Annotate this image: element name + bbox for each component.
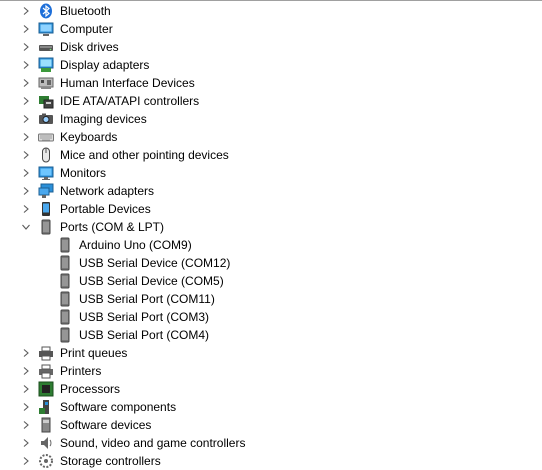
chevron-right-icon[interactable] [22,7,30,15]
tree-item-ports[interactable]: Ports (COM & LPT) [0,218,530,236]
tree-item-sound-video-game[interactable]: Sound, video and game controllers [0,434,530,452]
tree-item-display-adapters[interactable]: Display adapters [0,56,530,74]
hid-icon [38,77,54,89]
software-component-icon [39,400,49,414]
tree-item-bluetooth[interactable]: Bluetooth [0,2,530,20]
tree-item-portable-devices[interactable]: Portable Devices [0,200,530,218]
display-adapter-icon [38,57,54,72]
chevron-right-icon[interactable] [22,97,30,105]
chevron-right-icon[interactable] [22,205,30,213]
tree-item-label: Network adapters [60,184,155,198]
tree-item-label: Bluetooth [60,4,111,18]
computer-icon [38,22,54,36]
tree-item-label: Mice and other pointing devices [60,148,229,162]
tree-item-computer[interactable]: Computer [0,20,530,38]
chevron-right-icon[interactable] [22,421,30,429]
chevron-right-icon[interactable] [22,79,30,87]
chevron-right-icon[interactable] [22,187,30,195]
print-queue-icon [39,346,53,361]
tree-item-label: Print queues [60,346,128,360]
tree-item-label: Software devices [60,418,152,432]
port-icon [60,309,70,325]
tree-item-label: Storage controllers [60,454,161,468]
tree-item-label: Human Interface Devices [60,76,195,90]
tree-subitem-label: USB Serial Port (COM4) [79,328,210,342]
ide-controller-icon [39,96,54,109]
chevron-right-icon[interactable] [22,367,30,375]
tree-subitem-label: USB Serial Port (COM3) [79,310,210,324]
port-icon [60,327,70,343]
tree-subitem-port[interactable]: USB Serial Port (COM4) [19,326,542,344]
tree-subitem-port[interactable]: USB Serial Device (COM12) [19,254,542,272]
chevron-down-icon[interactable] [22,223,30,231]
chevron-right-icon[interactable] [22,457,30,465]
speaker-icon [41,437,52,449]
tree-item-label: Disk drives [60,40,119,54]
tree-item-hid[interactable]: Human Interface Devices [0,74,530,92]
tree-item-label: Ports (COM & LPT) [60,220,165,234]
tree-item-label: Processors [60,382,121,396]
chevron-right-icon[interactable] [22,439,30,447]
tree-item-label: Keyboards [60,130,118,144]
tree-item-storage-controllers[interactable]: Storage controllers [0,452,530,470]
tree-item-label: Computer [60,22,113,36]
tree-subitem-port[interactable]: USB Serial Port (COM3) [19,308,542,326]
chevron-right-icon[interactable] [22,169,30,177]
tree-subitem-port[interactable]: Arduino Uno (COM9) [19,236,542,254]
disk-drive-icon [39,45,53,51]
chevron-right-icon[interactable] [22,61,30,69]
chevron-right-icon[interactable] [22,43,30,51]
tree-item-processors[interactable]: Processors [0,380,530,398]
tree-subitem-port[interactable]: USB Serial Device (COM5) [19,272,542,290]
tree-item-printers[interactable]: Printers [0,362,530,380]
tree-item-label: Monitors [60,166,107,180]
tree-item-label: Portable Devices [60,202,151,216]
tree-subitem-label: USB Serial Device (COM12) [79,256,231,270]
portable-device-icon [42,202,50,216]
port-icon [60,273,70,289]
tree-subitem-port[interactable]: USB Serial Port (COM11) [19,290,542,308]
keyboard-icon [38,133,54,142]
tree-item-keyboards[interactable]: Keyboards [0,128,530,146]
chevron-right-icon[interactable] [22,115,30,123]
tree-subitem-label: USB Serial Device (COM5) [79,274,224,288]
processor-icon [38,381,54,397]
tree-item-software-devices[interactable]: Software devices [0,416,530,434]
port-icon [60,291,70,307]
port-icon [41,219,51,235]
tree-item-label: IDE ATA/ATAPI controllers [60,94,200,108]
tree-item-ide-controllers[interactable]: IDE ATA/ATAPI controllers [0,92,530,110]
port-icon [60,255,70,271]
tree-item-disk-drives[interactable]: Disk drives [0,38,530,56]
storage-controller-icon [39,454,53,468]
tree-item-imaging-devices[interactable]: Imaging devices [0,110,530,128]
bluetooth-icon [40,3,52,19]
tree-subitem-label: Arduino Uno (COM9) [79,238,192,252]
tree-item-mice[interactable]: Mice and other pointing devices [0,146,530,164]
camera-icon [39,113,53,124]
top-border [0,0,542,1]
printer-icon [39,364,53,379]
tree-item-label: Software components [60,400,177,414]
network-adapter-icon [38,183,54,198]
chevron-right-icon[interactable] [22,151,30,159]
tree-item-label: Display adapters [60,58,150,72]
tree-item-label: Sound, video and game controllers [60,436,246,450]
tree-item-print-queues[interactable]: Print queues [0,344,530,362]
chevron-right-icon[interactable] [22,385,30,393]
chevron-right-icon[interactable] [22,403,30,411]
monitor-icon [38,166,54,180]
tree-item-label: Printers [60,364,102,378]
software-device-icon [41,417,51,433]
tree-subitem-label: USB Serial Port (COM11) [79,292,215,306]
mouse-icon [42,147,50,163]
port-icon [60,237,70,253]
tree-item-monitors[interactable]: Monitors [0,164,530,182]
chevron-right-icon[interactable] [22,25,30,33]
tree-item-label: Imaging devices [60,112,147,126]
chevron-right-icon[interactable] [22,349,30,357]
chevron-right-icon[interactable] [22,133,30,141]
tree-item-software-components[interactable]: Software components [0,398,530,416]
tree-item-network-adapters[interactable]: Network adapters [0,182,530,200]
